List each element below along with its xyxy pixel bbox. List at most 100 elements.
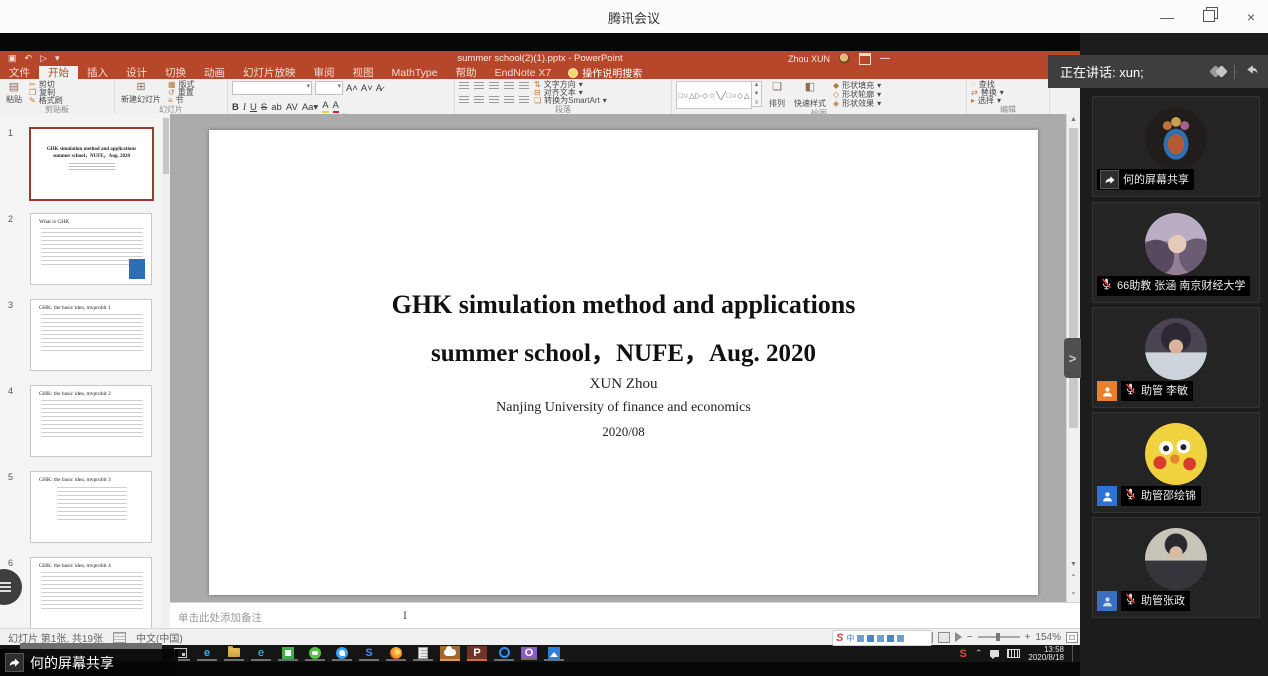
participant-tile[interactable]: 66助教 张涵 南京财经大学: [1092, 202, 1260, 303]
notes-pane[interactable]: 单击此处添加备注 I: [170, 602, 1080, 629]
tab-endnote[interactable]: EndNote X7: [486, 66, 561, 79]
change-case-button[interactable]: Aa▾: [302, 102, 318, 113]
next-slide-icon[interactable]: ⌄: [1067, 587, 1080, 596]
char-spacing-button[interactable]: AV: [286, 102, 298, 113]
tab-insert[interactable]: 插入: [78, 66, 117, 79]
zoom-level[interactable]: 154%: [1035, 632, 1061, 643]
tab-slideshow[interactable]: 幻灯片放映: [234, 66, 305, 79]
scroll-down-icon[interactable]: ▼: [1067, 561, 1080, 568]
taskbar-photos-icon[interactable]: [544, 646, 564, 661]
tab-home[interactable]: 开始: [39, 66, 78, 79]
tab-help[interactable]: 帮助: [447, 66, 486, 79]
shapes-gallery-scroll[interactable]: ▲▼≡: [752, 81, 762, 107]
select-button[interactable]: ▸选择▾: [971, 97, 1004, 105]
tab-animations[interactable]: 动画: [195, 66, 234, 79]
new-slide-button[interactable]: ⊞ 新建幻灯片: [119, 81, 163, 105]
highlight-color-button[interactable]: A: [322, 100, 328, 113]
text-shadow-button[interactable]: ab: [271, 102, 282, 113]
panel-collapse-chevron[interactable]: >: [1064, 338, 1081, 378]
align-center-icon[interactable]: [474, 96, 484, 104]
zoom-slider[interactable]: [978, 636, 1020, 638]
current-slide[interactable]: GHK simulation method and applications s…: [209, 130, 1038, 595]
taskbar-sogou-icon[interactable]: [440, 646, 460, 661]
font-color-button[interactable]: A: [333, 100, 339, 113]
scroll-up-icon[interactable]: ▲: [1067, 116, 1080, 123]
tray-keyboard-icon[interactable]: [1007, 649, 1020, 658]
tab-review[interactable]: 审阅: [305, 66, 344, 79]
taskbar-qqbrowser-icon[interactable]: [494, 646, 514, 661]
minimize-icon[interactable]: —: [1158, 9, 1176, 25]
reading-view-icon[interactable]: [938, 632, 950, 643]
shape-fill-button[interactable]: ◆形状填充▾: [833, 82, 881, 90]
taskbar-notepad-icon[interactable]: [413, 646, 433, 661]
tray-expand-icon[interactable]: ⌃: [975, 648, 983, 659]
sogou-logo-icon[interactable]: S: [836, 632, 843, 644]
ime-emoji-icon[interactable]: [867, 635, 874, 642]
tray-sogou-icon[interactable]: S: [960, 648, 967, 660]
align-left-icon[interactable]: [459, 96, 469, 104]
tray-chat-icon[interactable]: [990, 650, 999, 657]
sogou-input-bar[interactable]: S 中: [832, 630, 932, 646]
shrink-font-icon[interactable]: A˅: [361, 83, 373, 94]
indent-increase-icon[interactable]: [504, 82, 514, 90]
ime-voice-icon[interactable]: [877, 635, 884, 642]
taskbar-powerpoint-icon[interactable]: P: [467, 646, 487, 661]
shape-outline-button[interactable]: ◇形状轮廓▾: [833, 91, 881, 99]
justify-icon[interactable]: [504, 96, 514, 104]
arrange-button[interactable]: ❏ 排列: [767, 81, 787, 109]
line-spacing-icon[interactable]: [519, 82, 529, 90]
strikethrough-button[interactable]: S: [261, 102, 267, 113]
tab-transitions[interactable]: 切换: [156, 66, 195, 79]
bold-button[interactable]: B: [232, 102, 239, 113]
thumbnail-scrollbar[interactable]: [162, 116, 170, 627]
ime-toolbox-icon[interactable]: [897, 635, 904, 642]
taskbar-opera-icon[interactable]: O: [521, 647, 537, 660]
smartart-button[interactable]: ❏转换为SmartArt▾: [534, 97, 607, 105]
account-avatar[interactable]: [839, 53, 850, 64]
participant-tile[interactable]: 助管张政: [1092, 517, 1260, 618]
participant-tile[interactable]: 助管邵绘锦: [1092, 412, 1260, 513]
return-icon[interactable]: [1243, 62, 1258, 82]
columns-icon[interactable]: [519, 96, 529, 104]
bullets-icon[interactable]: [459, 82, 469, 90]
slide-thumbnail-6[interactable]: GHK: the basic idea, mvprobit 4: [30, 557, 152, 629]
zoom-out-icon[interactable]: −: [967, 632, 973, 643]
format-painter-button[interactable]: ✎格式刷: [29, 97, 63, 105]
tray-clock[interactable]: 13:58 2020/8/18: [1028, 646, 1064, 662]
ime-punctuation-icon[interactable]: [857, 635, 864, 642]
taskbar-skype-icon[interactable]: S: [359, 646, 379, 661]
indent-decrease-icon[interactable]: [489, 82, 499, 90]
notes-button-icon[interactable]: [113, 632, 126, 643]
clear-format-icon[interactable]: A̷: [376, 83, 382, 94]
fit-to-window-icon[interactable]: [1066, 632, 1078, 643]
show-desktop-button[interactable]: [1072, 645, 1076, 662]
slide-thumbnail-1[interactable]: GHK simulation method and applications s…: [29, 127, 154, 201]
slideshow-view-icon[interactable]: [955, 632, 962, 642]
tab-view[interactable]: 视图: [344, 66, 383, 79]
previous-slide-icon[interactable]: ⌃: [1067, 573, 1080, 582]
underline-button[interactable]: U: [250, 102, 257, 113]
ime-mode-indicator[interactable]: 中: [846, 633, 854, 644]
grow-font-icon[interactable]: A˄: [346, 83, 358, 94]
tab-mathtype[interactable]: MathType: [383, 66, 447, 79]
taskbar-ie-icon[interactable]: e: [251, 646, 271, 661]
slide-thumbnail-3[interactable]: GHK: the basic idea, mvprobit 1: [30, 299, 152, 371]
font-size-select[interactable]: [315, 81, 343, 95]
font-name-select[interactable]: [232, 81, 312, 95]
slide-thumbnail-5[interactable]: GHK: the basic idea, mvprobit 3: [30, 471, 152, 543]
shapes-gallery[interactable]: □○△▷◇☆ ╲╱□○◇△: [676, 81, 752, 109]
quick-styles-button[interactable]: ◧ 快速样式: [792, 81, 828, 109]
participant-tile-sharer[interactable]: 何的屏幕共享: [1092, 96, 1260, 197]
paste-button[interactable]: ▤ 粘贴: [4, 81, 24, 105]
taskbar-wechat-icon[interactable]: [305, 646, 325, 661]
numbering-icon[interactable]: [474, 82, 484, 90]
screen-share-overlay[interactable]: 何的屏幕共享: [0, 649, 178, 676]
taskbar-firefox-icon[interactable]: [386, 646, 406, 661]
restore-icon[interactable]: [1200, 9, 1218, 25]
ime-skin-icon[interactable]: [887, 635, 894, 642]
taskbar-edge-icon[interactable]: e: [197, 646, 217, 661]
section-button[interactable]: ≡节: [168, 97, 195, 105]
zoom-in-icon[interactable]: +: [1025, 632, 1031, 643]
tab-file[interactable]: 文件: [0, 66, 39, 79]
shape-effects-button[interactable]: ◈形状效果▾: [833, 100, 881, 108]
